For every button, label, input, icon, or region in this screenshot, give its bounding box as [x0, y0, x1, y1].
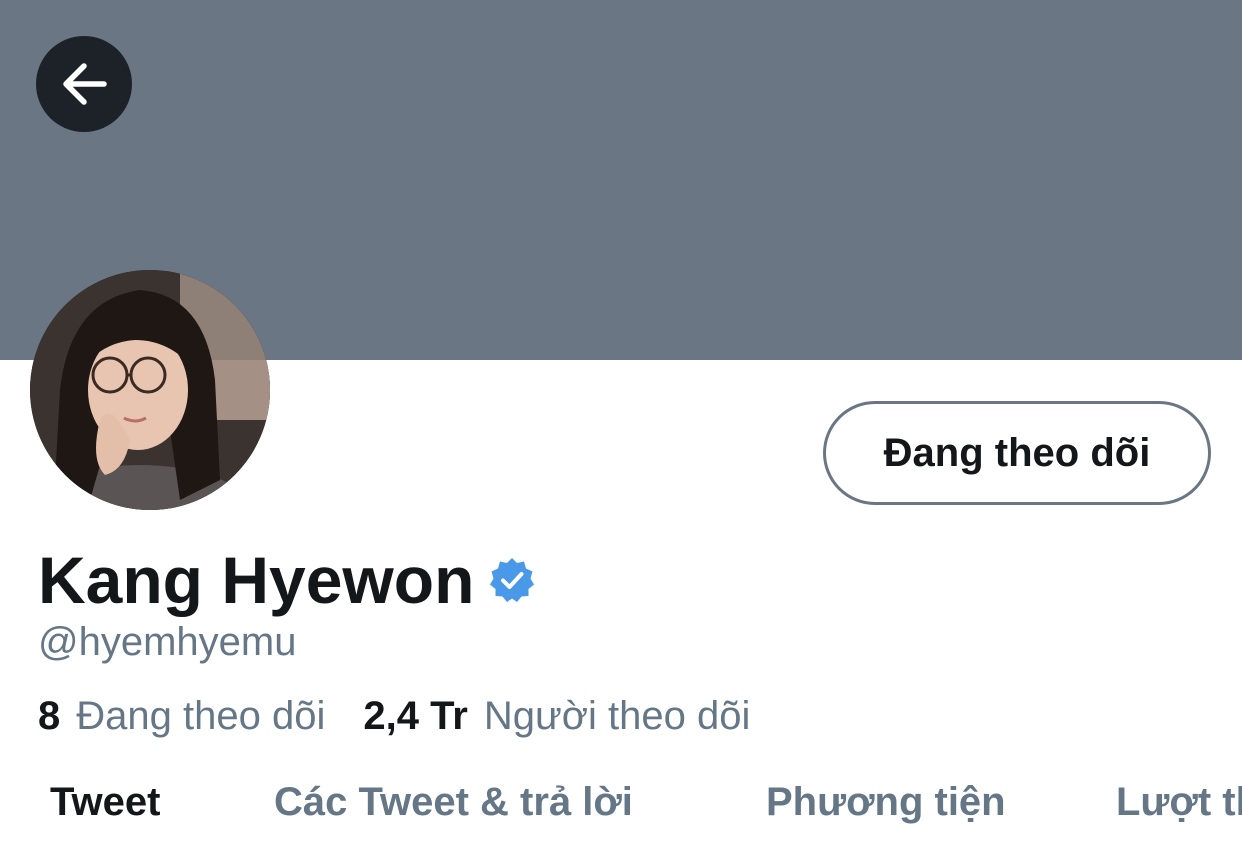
following-button[interactable]: Đang theo dõi — [823, 401, 1211, 505]
followers-count: 2,4 Tr — [363, 694, 468, 738]
followers-stat[interactable]: 2,4 Tr Người theo dõi — [363, 694, 750, 739]
avatar-photo — [30, 270, 270, 510]
display-name: Kang Hyewon — [38, 543, 475, 617]
verified-badge-icon — [488, 556, 536, 604]
tab-likes[interactable]: Lượt thích — [1116, 780, 1242, 825]
tab-tweets-and-replies[interactable]: Các Tweet & trả lời — [274, 780, 633, 825]
follow-stats: 8 Đang theo dõi 2,4 Tr Người theo dõi — [38, 694, 750, 739]
following-count: 8 — [38, 694, 61, 738]
profile-tabs: Tweet Các Tweet & trả lời Phương tiện Lư… — [0, 780, 1242, 850]
profile-name-row: Kang Hyewon — [38, 540, 536, 620]
profile-screen: Đang theo dõi Kang Hyewon @hyemhyemu 8 Đ… — [0, 0, 1242, 861]
avatar[interactable] — [30, 270, 270, 510]
tab-tweets[interactable]: Tweet — [50, 780, 160, 825]
following-label: Đang theo dõi — [76, 694, 326, 738]
user-handle: @hyemhyemu — [38, 620, 297, 664]
followers-label: Người theo dõi — [483, 694, 751, 738]
arrow-left-icon — [63, 63, 107, 105]
following-stat[interactable]: 8 Đang theo dõi — [38, 694, 325, 739]
back-button[interactable] — [36, 36, 132, 132]
tab-media[interactable]: Phương tiện — [766, 780, 1006, 825]
